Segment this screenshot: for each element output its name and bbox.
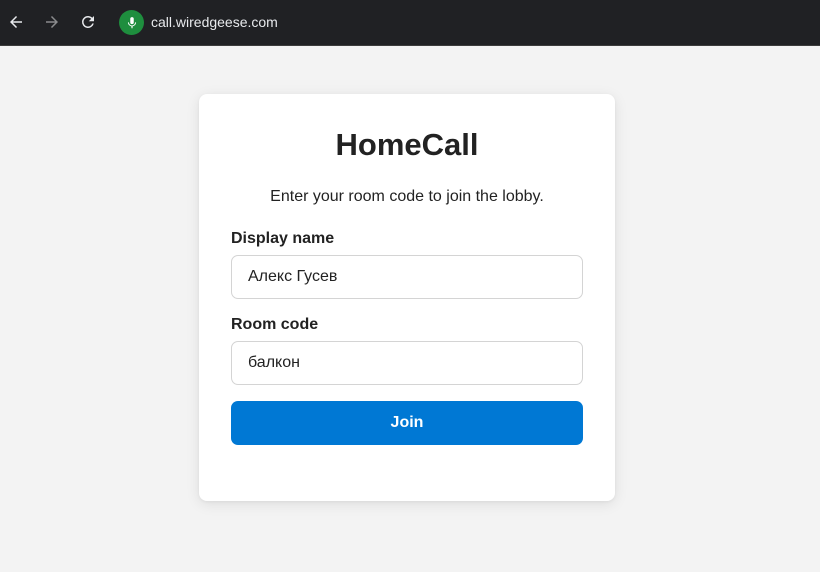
room-code-input[interactable] (231, 341, 583, 385)
reload-icon (81, 15, 94, 28)
address-bar[interactable]: call.wiredgeese.com (151, 14, 278, 31)
display-name-input[interactable] (231, 255, 583, 299)
forward-button[interactable] (41, 11, 63, 33)
join-card: HomeCall Enter your room code to join th… (199, 94, 615, 501)
instructions-text: Enter your room code to join the lobby. (270, 188, 544, 205)
display-name-label: Display name (231, 230, 335, 247)
arrow-right-icon (46, 16, 58, 28)
arrow-left-icon (10, 16, 22, 28)
join-button[interactable]: Join (231, 401, 583, 445)
site-info-button[interactable] (119, 10, 144, 35)
microphone-icon (127, 16, 136, 28)
room-code-label: Room code (231, 316, 319, 333)
reload-button[interactable] (77, 11, 99, 33)
browser-toolbar: call.wiredgeese.com (0, 0, 820, 46)
back-button[interactable] (5, 11, 27, 33)
page-title: HomeCall (335, 127, 479, 162)
